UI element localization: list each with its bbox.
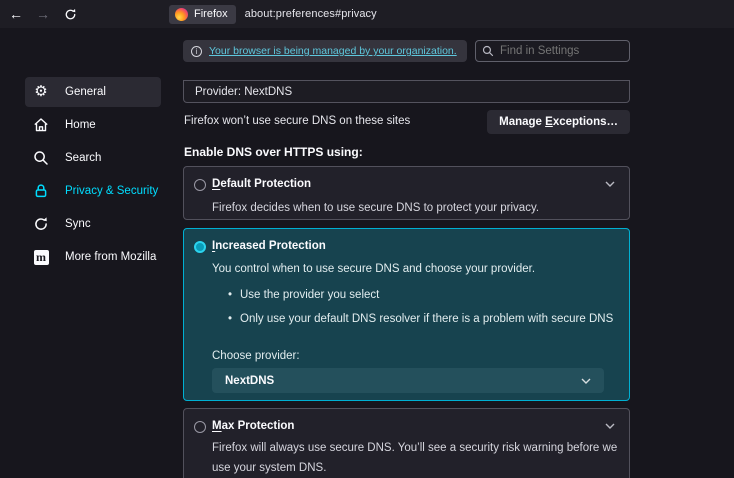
exceptions-label: Firefox won’t use secure DNS on these si… [184, 115, 410, 127]
privacy-settings-content: i Your browser is being managed by your … [183, 28, 734, 478]
firefox-search-chip[interactable]: Firefox [169, 5, 236, 24]
default-protection-radio[interactable] [194, 179, 206, 191]
increased-protection-bullets: Use the provider you select Only use you… [228, 289, 613, 337]
forward-icon[interactable]: → [32, 4, 54, 24]
sidebar-item-home[interactable]: Home [25, 110, 161, 140]
managed-by-organization-link[interactable]: Your browser is being managed by your or… [209, 45, 457, 57]
sync-icon [33, 216, 49, 232]
option-increased-protection[interactable]: Increased Protection You control when to… [183, 228, 630, 401]
increased-protection-description: You control when to use secure DNS and c… [212, 259, 535, 279]
search-icon [33, 150, 49, 166]
sidebar-item-more-from-mozilla[interactable]: m More from Mozilla [25, 242, 161, 272]
default-protection-description: Firefox decides when to use secure DNS t… [212, 198, 539, 218]
dns-provider-status: Provider: NextDNS [183, 80, 630, 103]
chip-label: Firefox [194, 8, 228, 20]
bullet-item: Use the provider you select [228, 289, 613, 301]
manage-exceptions-button[interactable]: Manage Exceptions… [487, 110, 630, 134]
find-in-settings-input[interactable] [475, 40, 630, 62]
sidebar-item-search[interactable]: Search [25, 143, 161, 173]
reload-icon[interactable] [59, 4, 81, 24]
max-protection-description: Firefox will always use secure DNS. You’… [212, 438, 620, 478]
firefox-window: ← → Firefox about:preferences#privacy ⚙ … [0, 0, 734, 478]
chevron-down-icon[interactable] [605, 181, 615, 187]
sidebar-item-privacy-security[interactable]: Privacy & Security [25, 176, 161, 206]
browser-toolbar: ← → Firefox about:preferences#privacy [0, 0, 734, 28]
sidebar-item-general[interactable]: ⚙ General [25, 77, 161, 107]
info-icon: i [191, 46, 202, 57]
firefox-logo-icon [175, 8, 188, 21]
dns-over-https-heading: Enable DNS over HTTPS using: [184, 145, 363, 159]
chevron-down-icon[interactable] [605, 423, 615, 429]
home-icon [33, 117, 49, 133]
gear-icon: ⚙ [33, 84, 49, 100]
bullet-item: Only use your default DNS resolver if th… [228, 313, 613, 325]
mozilla-icon: m [33, 249, 49, 265]
provider-dropdown[interactable]: NextDNS [212, 368, 604, 393]
sidebar-item-sync[interactable]: Sync [25, 209, 161, 239]
option-default-protection[interactable]: Default Protection Firefox decides when … [183, 166, 630, 220]
settings-sidebar: ⚙ General Home Search [0, 28, 183, 478]
exceptions-row: Firefox won’t use secure DNS on these si… [183, 110, 630, 134]
max-protection-radio[interactable] [194, 421, 206, 433]
max-protection-title: Max Protection [212, 420, 294, 432]
managed-notice: i Your browser is being managed by your … [183, 40, 467, 62]
chevron-down-icon [581, 378, 591, 384]
address-bar[interactable]: Firefox about:preferences#privacy [169, 3, 377, 25]
url-text: about:preferences#privacy [245, 8, 377, 20]
lock-icon [33, 183, 49, 199]
increased-protection-title: Increased Protection [212, 240, 326, 252]
back-icon[interactable]: ← [5, 4, 27, 24]
default-protection-title: Default Protection [212, 178, 311, 190]
increased-protection-radio[interactable] [194, 241, 206, 253]
choose-provider-label: Choose provider: [212, 350, 300, 362]
provider-dropdown-value: NextDNS [225, 375, 274, 387]
option-max-protection[interactable]: Max Protection Firefox will always use s… [183, 408, 630, 478]
search-glass-icon [482, 45, 494, 57]
